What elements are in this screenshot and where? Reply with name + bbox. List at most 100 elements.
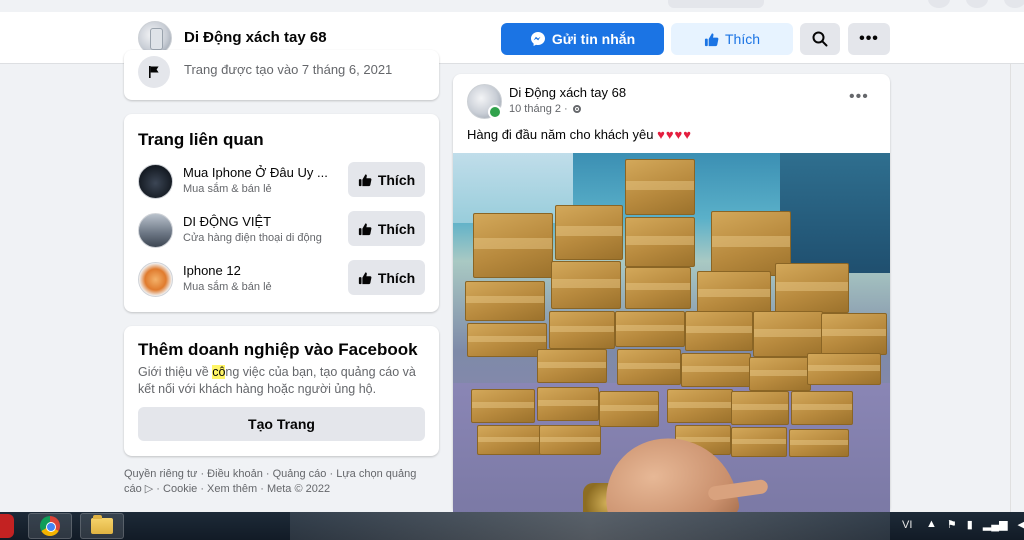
signal-icon[interactable]: ▂▄▆ [983,518,1008,531]
tray-up-arrow-icon[interactable]: ▲ [926,518,937,531]
messenger-icon [530,32,545,46]
send-message-label: Gửi tin nhắn [551,31,636,47]
page-name[interactable]: Di Động xách tay 68 [184,29,327,46]
parcel-box [753,311,823,357]
parcel-box [473,213,553,278]
language-indicator[interactable]: VI [902,519,912,531]
description-start: Giới thiệu về [138,365,213,379]
related-page-like-button[interactable]: Thích [348,211,425,246]
post-text: Hàng đi đầu năm cho khách yêu ♥♥♥♥ [467,127,692,142]
flag-icon [138,56,170,88]
parcel-box [791,391,853,425]
page-intro-card: Trang được tạo vào 7 tháng 6, 2021 [124,50,439,100]
thumbs-up-icon [358,222,372,235]
parcel-box [599,391,659,427]
add-business-description: Giới thiệu về công việc của bạn, tạo quả… [138,364,428,398]
photo-curtain [780,153,890,273]
related-page-like-button[interactable]: Thích [348,162,425,197]
parcel-box [667,389,733,423]
parcel-box [789,429,849,457]
parcel-box [617,349,681,385]
add-business-card: Thêm doanh nghiệp vào Facebook Giới thiệ… [124,326,439,456]
related-pages-title: Trang liên quan [138,130,264,149]
parcel-box [681,353,751,387]
related-page-item[interactable]: Iphone 12 Mua sắm & bán lẻ Thích [138,260,428,300]
post-author-name[interactable]: Di Động xách tay 68 [509,85,626,100]
parcel-box [549,311,615,349]
parcel-box [685,311,753,351]
chrome-icon [40,516,60,536]
volume-icon[interactable]: ◀) [1018,518,1024,531]
parcel-box [537,349,607,383]
browser-button[interactable] [928,0,950,8]
post-photo[interactable] [453,153,890,514]
parcel-box [731,427,787,457]
related-page-name[interactable]: Mua Iphone Ở Đâu Uy ... [183,165,328,180]
post-date[interactable]: 10 tháng 2 · [509,103,582,115]
related-page-name[interactable]: Iphone 12 [183,263,241,278]
thumbs-up-icon [704,32,719,46]
parcel-box [625,267,691,309]
related-page-avatar[interactable] [138,213,173,248]
related-page-like-label: Thích [377,171,416,188]
more-options-button[interactable]: ••• [848,23,890,55]
post-date-text: 10 tháng 2 · [509,103,568,115]
more-dots-icon: ••• [859,30,879,47]
parcel-box [625,159,695,215]
related-page-like-label: Thích [377,220,416,237]
parcel-box [539,425,601,455]
related-page-like-button[interactable]: Thích [348,260,425,295]
related-page-avatar[interactable] [138,164,173,199]
parcel-box [465,281,545,321]
windows-taskbar: VI ▲ ⚑ ▮ ▂▄▆ ◀) [0,512,1024,540]
related-page-item[interactable]: DI ĐỘNG VIỆT Cửa hàng điện thoại di động… [138,211,428,251]
page-scrollbar[interactable] [1010,64,1024,514]
parcel-box [555,205,623,260]
related-page-category: Mua sắm & bán lẻ [183,281,272,293]
parcel-box [775,263,849,313]
file-explorer-taskbar-button[interactable] [80,513,124,539]
heart-emoji-icon: ♥♥♥♥ [657,127,692,142]
post-author-avatar[interactable] [467,84,502,119]
parcel-box [477,425,541,455]
related-pages-card: Trang liên quan Mua Iphone Ở Đâu Uy ... … [124,114,439,312]
browser-tab-hint [668,0,764,8]
search-button[interactable] [800,23,840,55]
parcel-box [625,217,695,267]
parcel-box [551,261,621,309]
add-business-title: Thêm doanh nghiệp vào Facebook [138,340,418,359]
footer-links[interactable]: Quyền riêng tư · Điều khoản · Quảng cáo … [124,467,434,497]
parcel-box [807,353,881,385]
post-caption: Hàng đi đầu năm cho khách yêu [467,127,654,142]
flag-icon[interactable]: ⚑ [947,518,957,531]
related-page-category: Cửa hàng điện thoại di động [183,232,322,244]
search-highlight: cô [212,365,226,379]
browser-button[interactable] [966,0,988,8]
start-button[interactable] [0,514,14,538]
battery-icon[interactable]: ▮ [967,518,973,531]
post-card: Di Động xách tay 68 10 tháng 2 · ••• Hàn… [453,74,890,514]
related-page-name[interactable]: DI ĐỘNG VIỆT [183,214,271,229]
post-options-button[interactable]: ••• [849,88,869,106]
taskbar-preview-strip [290,512,890,540]
like-page-button[interactable]: Thích [671,23,793,55]
related-page-item[interactable]: Mua Iphone Ở Đâu Uy ... Mua sắm & bán lẻ… [138,162,428,202]
parcel-box [731,391,789,425]
parcel-box [467,323,547,357]
related-page-like-label: Thích [377,269,416,286]
gear-icon [572,105,581,113]
parcel-box [749,357,811,391]
page-created-date: Trang được tạo vào 7 tháng 6, 2021 [184,62,393,77]
related-page-avatar[interactable] [138,262,173,297]
like-page-label: Thích [724,31,760,47]
folder-icon [91,515,113,534]
chrome-taskbar-button[interactable] [28,513,72,539]
browser-button[interactable] [1004,0,1024,8]
create-page-button[interactable]: Tạo Trang [138,407,425,441]
parcel-box [471,389,535,423]
parcel-box [615,311,685,347]
system-tray[interactable]: ▲ ⚑ ▮ ▂▄▆ ◀) [926,518,1024,531]
thumbs-up-icon [358,271,372,284]
thumbs-up-icon [358,173,372,186]
send-message-button[interactable]: Gửi tin nhắn [501,23,664,55]
